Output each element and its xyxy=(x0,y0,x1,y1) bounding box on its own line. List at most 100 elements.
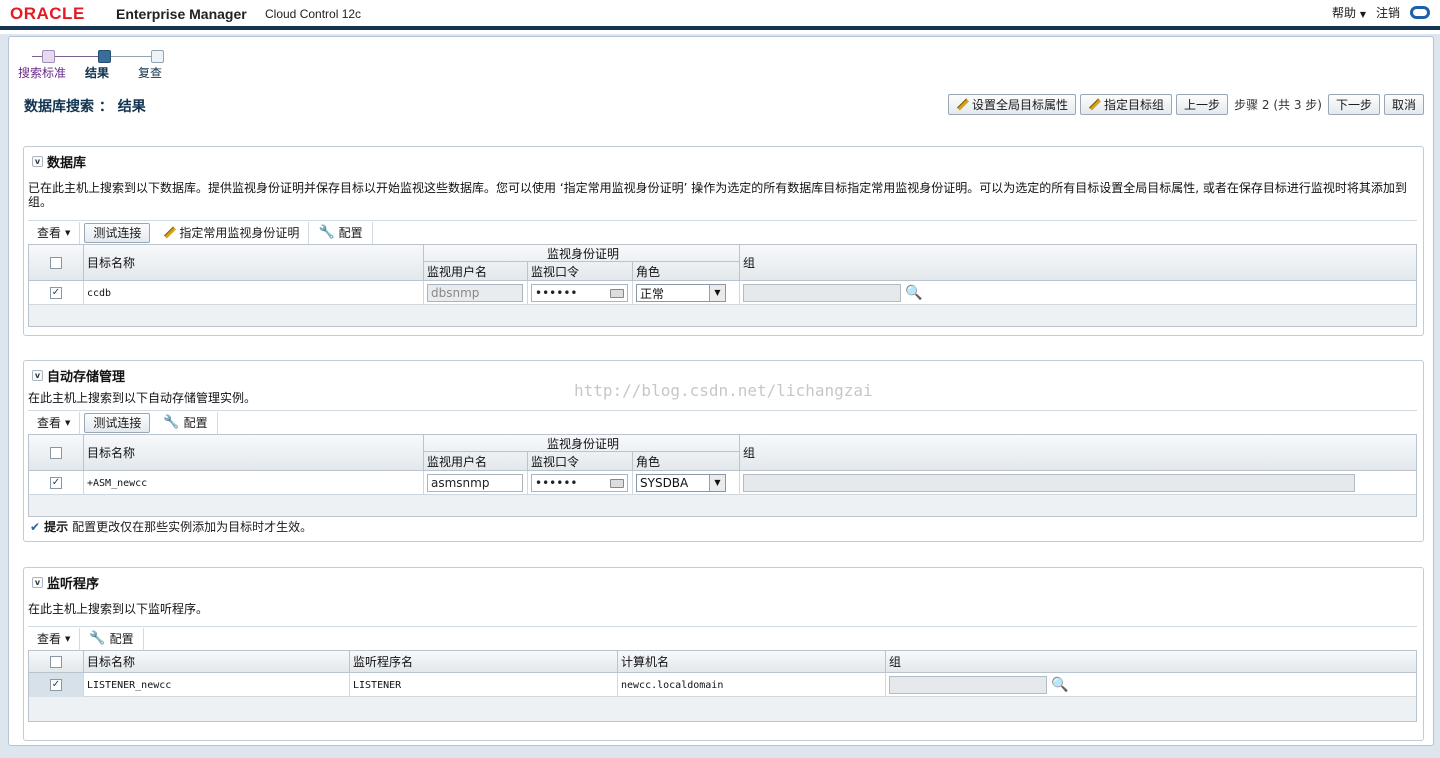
row-checkbox[interactable]: ✓ xyxy=(50,287,62,299)
product-name: Enterprise Manager xyxy=(116,6,247,22)
view-menu[interactable]: 查看 ▼ xyxy=(28,627,81,650)
table-header: 目标名称 监视身份证明 监视用户名 监视口令 角色 组 xyxy=(29,245,1416,281)
role-select[interactable]: 正常 ▼ xyxy=(636,284,726,302)
column-header-user: 监视用户名 xyxy=(424,262,528,280)
train-stop-search[interactable] xyxy=(42,50,55,63)
train-label-review: 复查 xyxy=(138,66,163,80)
step-train: 搜索标准 结果 复查 xyxy=(18,50,168,90)
section-description: 在此主机上搜索到以下自动存储管理实例。 xyxy=(28,391,257,405)
column-header-password: 监视口令 xyxy=(528,262,633,280)
page-button-bar: 设置全局目标属性 指定目标组 上一步 步骤 2 (共 3 步) 下一步 取消 xyxy=(948,94,1424,115)
column-header-host: 计算机名 xyxy=(618,651,886,672)
table-header: 目标名称 监听程序名 计算机名 组 xyxy=(29,651,1416,673)
assign-common-credentials-button[interactable]: 指定常用监视身份证明 xyxy=(154,221,310,244)
logout-link[interactable]: 注销 xyxy=(1376,4,1400,21)
table-toolbar: 查看 ▼ 测试连接 指定常用监视身份证明 🔧 配置 xyxy=(28,220,1417,244)
group-field[interactable] xyxy=(743,474,1355,492)
asm-table: 目标名称 监视身份证明 监视用户名 监视口令 角色 组 ✓ +ASM_newcc… xyxy=(28,434,1417,517)
column-group-credentials: 监视身份证明 xyxy=(424,245,740,262)
monitor-password-field[interactable]: •••••• xyxy=(531,474,628,492)
listener-table: 目标名称 监听程序名 计算机名 组 ✓ LISTENER_newcc LISTE… xyxy=(28,650,1417,722)
column-header-target: 目标名称 xyxy=(84,651,350,672)
database-section: v 数据库 已在此主机上搜索到以下数据库。提供监视身份证明并保存目标以开始监视这些… xyxy=(23,146,1424,336)
select-all-cell xyxy=(29,245,84,280)
select-all-checkbox[interactable] xyxy=(50,446,62,459)
product-edition: Cloud Control 12c xyxy=(265,7,362,21)
help-menu[interactable]: 帮助 ▼ xyxy=(1332,4,1366,21)
step-indicator: 步骤 2 (共 3 步) xyxy=(1234,98,1322,112)
watermark: http://blog.csdn.net/lichangzai xyxy=(574,381,873,400)
column-header-password: 监视口令 xyxy=(528,452,633,470)
search-icon[interactable]: 🔍 xyxy=(1051,677,1068,693)
view-menu[interactable]: 查看 ▼ xyxy=(28,411,81,434)
section-description: 在此主机上搜索到以下监听程序。 xyxy=(28,602,209,616)
section-header[interactable]: v 监听程序 xyxy=(32,573,99,592)
collapse-icon[interactable]: v xyxy=(32,156,43,167)
next-button[interactable]: 下一步 xyxy=(1327,94,1380,115)
chevron-down-icon: ▼ xyxy=(65,418,71,427)
back-button[interactable]: 上一步 xyxy=(1176,94,1229,115)
target-name: +ASM_newcc xyxy=(84,471,424,495)
chevron-down-icon: ▼ xyxy=(1359,10,1366,19)
table-row: ✓ +ASM_newcc asmsnmp •••••• SYSDBA ▼ xyxy=(29,471,1416,495)
view-menu[interactable]: 查看 ▼ xyxy=(28,221,81,244)
train-label-results: 结果 xyxy=(85,66,110,80)
table-header: 目标名称 监视身份证明 监视用户名 监视口令 角色 组 xyxy=(29,435,1416,471)
section-header[interactable]: v 自动存储管理 xyxy=(32,366,125,385)
target-name: LISTENER_newcc xyxy=(84,673,350,697)
column-header-target: 目标名称 xyxy=(84,245,424,280)
collapse-icon[interactable]: v xyxy=(32,370,43,381)
collapse-icon[interactable]: v xyxy=(32,577,43,588)
host-name: newcc.localdomain xyxy=(618,673,886,697)
chevron-down-icon: ▼ xyxy=(709,475,725,491)
assign-target-group-button[interactable]: 指定目标组 xyxy=(1080,94,1173,115)
test-connection-button[interactable]: 测试连接 xyxy=(84,222,151,243)
train-line xyxy=(111,56,151,57)
cancel-button[interactable]: 取消 xyxy=(1383,94,1424,115)
chevron-down-icon: ▼ xyxy=(65,228,71,237)
checkmark-icon: ✔ xyxy=(30,519,41,534)
column-group-credentials: 监视身份证明 xyxy=(424,435,740,452)
listener-section: v 监听程序 在此主机上搜索到以下监听程序。 查看 ▼ 🔧 配置 目标名称 监听程序名… xyxy=(23,567,1424,741)
group-field[interactable] xyxy=(889,676,1047,694)
train-stop-results xyxy=(98,50,111,63)
tip-label: 提示 xyxy=(44,520,69,534)
search-icon[interactable]: 🔍 xyxy=(905,285,922,301)
chevron-down-icon: ▼ xyxy=(709,285,725,301)
pencil-icon xyxy=(956,99,968,111)
top-header: ORACLE Enterprise Manager Cloud Control … xyxy=(0,0,1440,30)
role-select[interactable]: SYSDBA ▼ xyxy=(636,474,726,492)
configure-button[interactable]: 🔧 配置 xyxy=(80,627,144,650)
monitor-password-field[interactable]: •••••• xyxy=(531,284,628,302)
column-header-group: 组 xyxy=(889,655,902,669)
section-header[interactable]: v 数据库 xyxy=(32,152,86,171)
tip-text: 配置更改仅在那些实例添加为目标时才生效。 xyxy=(72,520,313,534)
row-checkbox[interactable]: ✓ xyxy=(50,679,62,691)
train-label-search[interactable]: 搜索标准 xyxy=(18,64,66,81)
keyboard-icon[interactable] xyxy=(610,478,624,488)
monitor-user-field[interactable]: dbsnmp xyxy=(427,284,523,302)
pencil-icon xyxy=(163,227,175,239)
set-global-properties-button[interactable]: 设置全局目标属性 xyxy=(948,94,1077,115)
monitor-user-field[interactable]: asmsnmp xyxy=(427,474,523,492)
pencil-icon xyxy=(1088,99,1100,111)
configure-button[interactable]: 🔧 配置 xyxy=(154,411,218,434)
group-field[interactable] xyxy=(743,284,901,302)
select-all-checkbox[interactable] xyxy=(50,655,62,668)
chevron-down-icon: ▼ xyxy=(65,634,71,643)
listener-name: LISTENER xyxy=(350,673,618,697)
test-connection-button[interactable]: 测试连接 xyxy=(84,412,151,433)
row-checkbox[interactable]: ✓ xyxy=(50,477,62,489)
section-description: 已在此主机上搜索到以下数据库。提供监视身份证明并保存目标以开始监视这些数据库。您… xyxy=(28,181,1407,209)
wrench-icon: 🔧 xyxy=(163,415,180,430)
table-row: ✓ ccdb dbsnmp •••••• 正常 ▼ 🔍 xyxy=(29,281,1416,305)
target-name: ccdb xyxy=(84,281,424,305)
table-toolbar: 查看 ▼ 测试连接 🔧 配置 xyxy=(28,410,1417,434)
column-header-role: 角色 xyxy=(633,452,740,470)
configure-button[interactable]: 🔧 配置 xyxy=(309,221,373,244)
train-stop-review xyxy=(151,50,164,63)
oracle-o-icon xyxy=(1410,6,1430,19)
wrench-icon: 🔧 xyxy=(89,631,106,646)
keyboard-icon[interactable] xyxy=(610,288,624,298)
select-all-checkbox[interactable] xyxy=(50,256,62,269)
